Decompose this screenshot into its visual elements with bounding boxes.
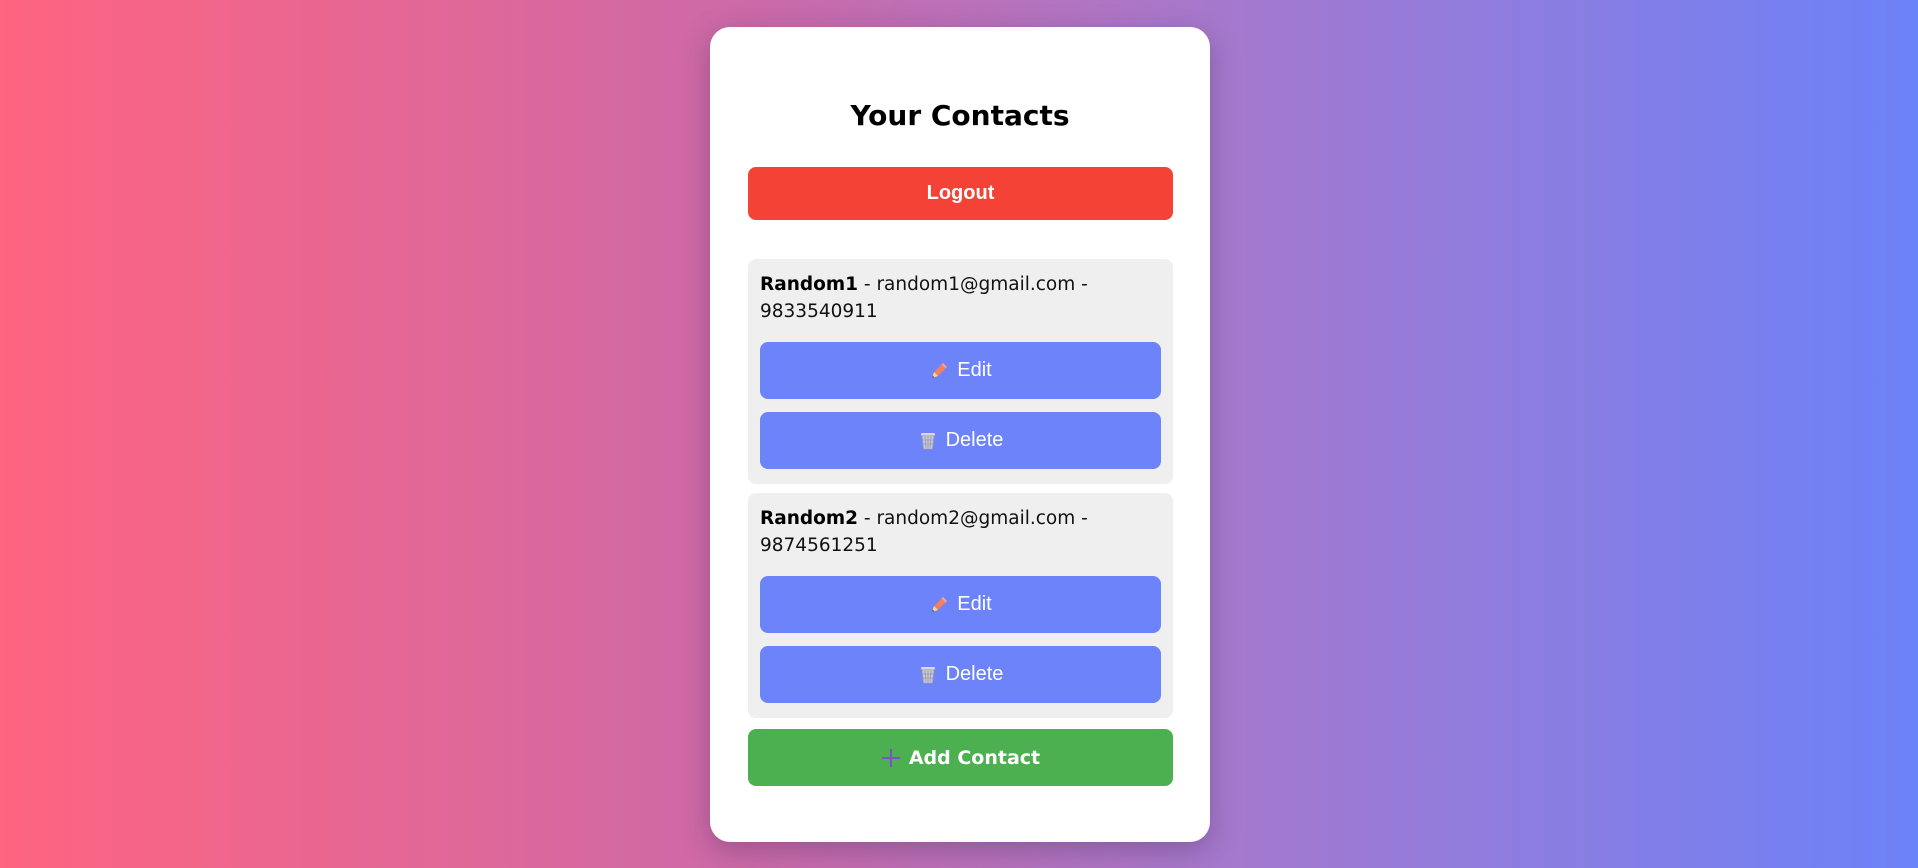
delete-button[interactable]: Delete (760, 646, 1161, 703)
separator: - (1075, 274, 1088, 295)
pencil-icon (929, 595, 949, 615)
contact-phone: 9833540911 (760, 301, 878, 322)
contact-info: Random1 - random1@gmail.com - 9833540911 (760, 271, 1161, 325)
contact-email: random1@gmail.com (876, 274, 1076, 295)
delete-button[interactable]: Delete (760, 412, 1161, 469)
add-contact-label: Add Contact (908, 746, 1041, 769)
contact-item: Random2 - random2@gmail.com - 9874561251… (748, 493, 1173, 718)
contact-info: Random2 - random2@gmail.com - 9874561251 (760, 505, 1161, 559)
wastebasket-icon (918, 431, 938, 451)
contacts-card: Your Contacts Logout Random1 - random1@g… (710, 27, 1210, 842)
contact-item: Random1 - random1@gmail.com - 9833540911… (748, 259, 1173, 484)
add-contact-button[interactable]: Add Contact (748, 729, 1173, 786)
edit-button[interactable]: Edit (760, 342, 1161, 399)
contact-phone: 9874561251 (760, 535, 878, 556)
contact-name: Random1 (760, 274, 859, 295)
plus-icon (881, 748, 901, 768)
edit-button[interactable]: Edit (760, 576, 1161, 633)
contact-name: Random2 (760, 508, 859, 529)
separator: - (1075, 508, 1088, 529)
edit-label: Edit (957, 359, 992, 381)
wastebasket-icon (918, 665, 938, 685)
contact-email: random2@gmail.com (876, 508, 1076, 529)
edit-label: Edit (957, 593, 992, 615)
page-title: Your Contacts (850, 99, 1070, 132)
pencil-icon (929, 361, 949, 381)
delete-label: Delete (945, 663, 1004, 685)
delete-label: Delete (945, 429, 1004, 451)
logout-button[interactable]: Logout (748, 167, 1173, 220)
separator: - (858, 508, 877, 529)
separator: - (858, 274, 877, 295)
contact-list: Random1 - random1@gmail.com - 9833540911… (748, 259, 1173, 718)
